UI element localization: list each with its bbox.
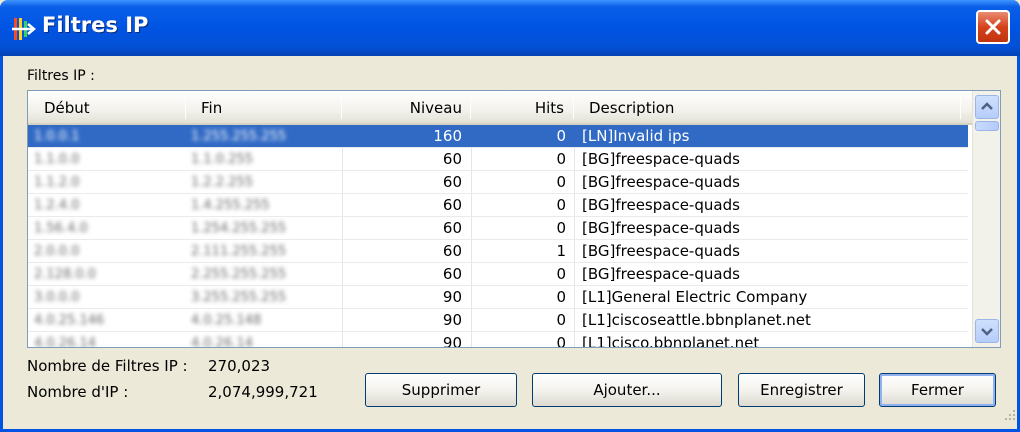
cell-end: 2.255.255.255 — [191, 267, 287, 282]
cell-start: 3.0.0.0 — [34, 290, 80, 305]
cell-level: 60 — [442, 173, 462, 191]
cell-hits: 1 — [556, 242, 566, 260]
cell-hits: 0 — [556, 173, 566, 191]
table-row[interactable]: 3.0.0.0 3.255.255.255 90 0 [L1]General Elect… — [28, 286, 968, 309]
cell-level: 60 — [442, 219, 462, 237]
add-button[interactable]: Ajouter... — [532, 373, 722, 407]
cell-description: [BG]freespace-quads — [582, 196, 740, 214]
cell-level: 60 — [442, 196, 462, 214]
cell-description: [BG]freespace-quads — [582, 219, 740, 237]
scroll-thumb[interactable] — [975, 121, 999, 131]
table-row[interactable]: 1.1.2.0 1.2.2.255 60 0 [BG]freespace-quads — [28, 171, 968, 194]
cell-end: 1.2.2.255 — [191, 175, 254, 190]
cell-hits: 0 — [556, 311, 566, 329]
cell-description: [L1]cisco.bbnplanet.net — [582, 334, 760, 348]
scroll-down-button[interactable] — [975, 319, 999, 343]
cell-start: 1.1.2.0 — [34, 175, 80, 190]
cell-hits: 0 — [556, 265, 566, 283]
cell-description: [BG]freespace-quads — [582, 242, 740, 260]
cell-end: 3.255.255.255 — [191, 290, 287, 305]
table-row[interactable]: 4.0.25.146 4.0.25.148 90 0 [L1]ciscoseattle.… — [28, 309, 968, 332]
cell-start: 2.128.0.0 — [34, 267, 97, 282]
column-header-end[interactable]: Fin — [201, 91, 341, 123]
close-icon — [985, 19, 1001, 35]
cell-description: [BG]freespace-quads — [582, 150, 740, 168]
cell-level: 160 — [433, 127, 462, 145]
cell-end: 1.254.255.255 — [191, 221, 287, 236]
cell-level: 90 — [442, 334, 462, 348]
cell-end: 4.0.26.14 — [191, 336, 254, 348]
chevron-up-icon — [981, 102, 993, 110]
cell-level: 60 — [442, 265, 462, 283]
cell-hits: 0 — [556, 196, 566, 214]
cell-hits: 0 — [556, 219, 566, 237]
cell-start: 4.0.26.14 — [34, 336, 97, 348]
ip-filter-icon — [10, 16, 36, 42]
cell-hits: 0 — [556, 127, 566, 145]
cell-start: 1.2.4.0 — [34, 198, 80, 213]
chevron-down-icon — [981, 328, 993, 336]
cell-start: 1.1.0.0 — [34, 152, 80, 167]
window-title: Filtres IP — [42, 13, 149, 37]
ip-count-label: Nombre d'IP : — [27, 383, 129, 401]
table-row[interactable]: 1.0.0.1 1.255.255.255 160 0 [LN]Invalid ips — [28, 125, 968, 148]
table-row[interactable]: 1.1.0.0 1.1.0.255 60 0 [BG]freespace-quads — [28, 148, 968, 171]
cell-level: 90 — [442, 288, 462, 306]
cell-hits: 0 — [556, 150, 566, 168]
cell-level: 60 — [442, 242, 462, 260]
table-row[interactable]: 4.0.26.14 4.0.26.14 90 0 [L1]cisco.bbnplanet… — [28, 332, 968, 348]
cell-description: [LN]Invalid ips — [582, 127, 690, 145]
cell-end: 1.1.0.255 — [191, 152, 254, 167]
cell-start: 4.0.25.146 — [34, 313, 105, 328]
ip-filters-list[interactable]: Début Fin Niveau Hits Description 1.0.0.… — [27, 90, 1001, 348]
cell-description: [BG]freespace-quads — [582, 265, 740, 283]
resize-grip-icon[interactable] — [999, 406, 1017, 424]
filters-group-label: Filtres IP : — [27, 68, 95, 84]
table-row[interactable]: 2.128.0.0 2.255.255.255 60 0 [BG]freespace-q… — [28, 263, 968, 286]
column-header-level[interactable]: Niveau — [344, 91, 462, 123]
cell-description: [L1]General Electric Company — [582, 288, 808, 306]
table-row[interactable]: 2.0.0.0 2.111.255.255 60 1 [BG]freespace-qua… — [28, 240, 968, 263]
cell-hits: 0 — [556, 288, 566, 306]
cell-description: [BG]freespace-quads — [582, 173, 740, 191]
table-row[interactable]: 1.2.4.0 1.4.255.255 60 0 [BG]freespace-quads — [28, 194, 968, 217]
table-row[interactable]: 1.56.4.0 1.254.255.255 60 0 [BG]freespace-qu… — [28, 217, 968, 240]
column-header-start[interactable]: Début — [44, 91, 184, 123]
filter-count-label: Nombre de Filtres IP : — [27, 357, 188, 375]
save-button[interactable]: Enregistrer — [738, 373, 865, 407]
cell-end: 4.0.25.148 — [191, 313, 262, 328]
delete-button[interactable]: Supprimer — [365, 373, 517, 407]
ip-filters-dialog: Filtres IP Filtres IP : Début Fin Niveau… — [0, 0, 1020, 432]
cell-end: 2.111.255.255 — [191, 244, 287, 259]
column-header-hits[interactable]: Hits — [472, 91, 564, 123]
cell-end: 1.255.255.255 — [191, 129, 287, 144]
scroll-up-button[interactable] — [975, 95, 999, 119]
filter-count-value: 270,023 — [208, 357, 271, 375]
column-header-description[interactable]: Description — [589, 91, 889, 123]
cell-level: 90 — [442, 311, 462, 329]
list-header: Début Fin Niveau Hits Description — [28, 91, 972, 125]
title-bar[interactable]: Filtres IP — [0, 0, 1020, 56]
vertical-scrollbar[interactable] — [972, 91, 1000, 347]
ip-count-value: 2,074,999,721 — [208, 383, 318, 401]
cell-end: 1.4.255.255 — [191, 198, 270, 213]
cell-start: 1.0.0.1 — [34, 129, 80, 144]
cell-description: [L1]ciscoseattle.bbnplanet.net — [582, 311, 811, 329]
cell-level: 60 — [442, 150, 462, 168]
cell-start: 2.0.0.0 — [34, 244, 80, 259]
close-window-button[interactable] — [976, 10, 1010, 44]
close-button[interactable]: Fermer — [879, 373, 996, 407]
cell-hits: 0 — [556, 334, 566, 348]
cell-start: 1.56.4.0 — [34, 221, 88, 236]
